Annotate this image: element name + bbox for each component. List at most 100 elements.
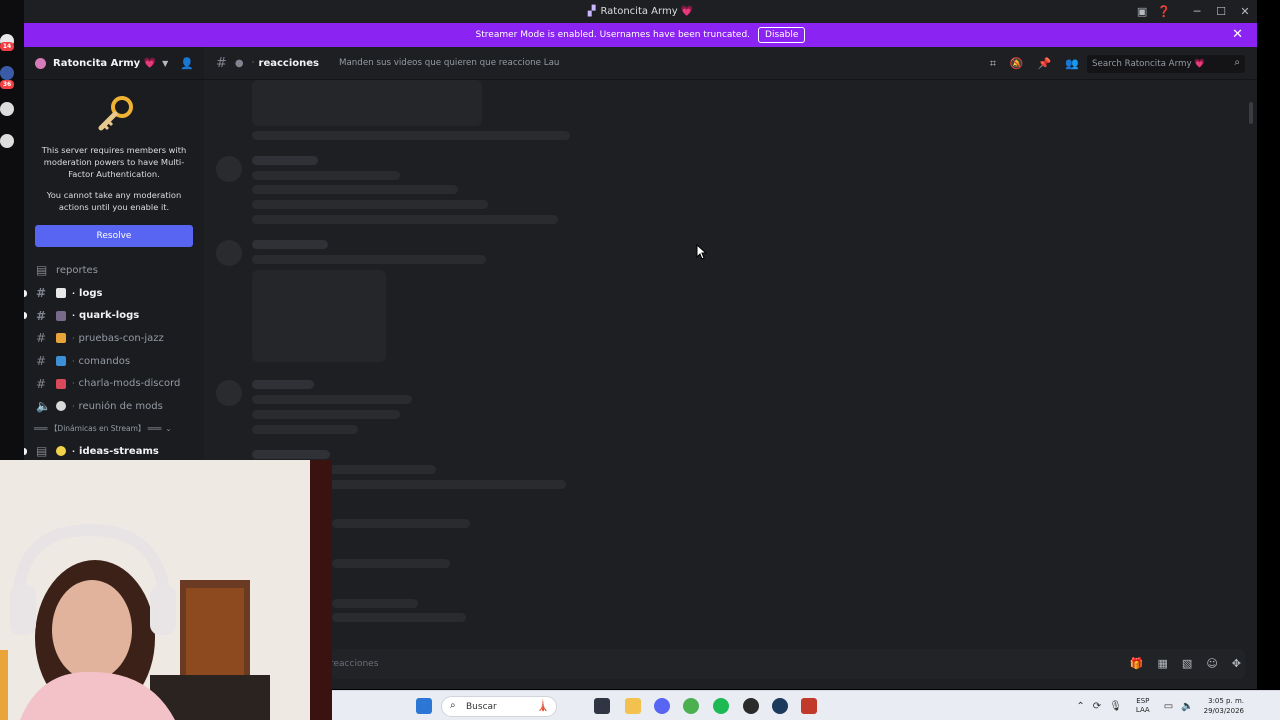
taskbar-clock[interactable]: 3:05 p. m. 29/03/2026 [1204,696,1244,716]
channel-emoji-icon [56,310,66,321]
channel-item-quark-logs[interactable]: # · quark-logs [24,304,204,327]
windows-taskbar: ⌕ Buscar 🗼 ⌃ ⟳ 🎙 ESP LAA ▭ 🔈 3:05 p. m. … [332,690,1280,720]
window-title: Ratoncita Army 💗 [600,6,694,17]
gif-icon[interactable]: ▦ [1158,657,1168,670]
channel-thread-icon: ▞ [587,6,596,17]
sticker-icon[interactable]: ▧ [1182,657,1192,670]
windows-start-icon[interactable] [416,698,432,714]
channel-item-pruebas-con-jazz[interactable]: # · pruebas-con-jazz [24,327,204,350]
loading-placeholder [252,255,486,264]
streamer-mode-banner: Streamer Mode is enabled. Usernames have… [24,23,1257,47]
close-banner-icon[interactable]: ✕ [1232,27,1243,42]
channel-header: # ● · reacciones Manden sus videos que q… [204,47,1257,80]
keyboard-layout: LAA [1135,706,1150,714]
language-indicator[interactable]: ESP LAA [1136,697,1150,715]
mfa-requirement-text: This server requires members with modera… [41,145,187,179]
explore-icon[interactable] [0,134,14,148]
streamer-mode-message: Streamer Mode is enabled. Usernames have… [475,30,751,40]
chevron-up-icon[interactable]: ⌃ [1076,701,1084,712]
message-placeholder: reacciones [330,659,379,669]
help-icon[interactable]: ❓ [1157,5,1171,18]
task-view-icon[interactable] [594,698,610,714]
loading-placeholder [252,380,314,389]
member-list-icon[interactable]: 👥 [1065,57,1079,70]
notification-bell-icon[interactable]: 🔕 [1010,57,1024,70]
minimize-icon[interactable]: ─ [1185,5,1209,18]
clock-time: 3:05 p. m. [1208,697,1244,705]
loading-placeholder [252,410,400,419]
gift-icon[interactable]: 🎁 [1130,657,1144,670]
channel-item-ideas-streams[interactable]: ▤ · ideas-streams [24,440,204,460]
obs-icon[interactable] [743,698,759,714]
hash-icon: # [36,331,47,346]
search-highlight-icon: 🗼 [536,699,550,712]
mouse-cursor-icon [696,244,708,260]
mention-badge: 36 [0,80,14,89]
loading-placeholder [332,613,466,622]
avatar-placeholder [216,156,242,182]
maximize-icon[interactable]: ☐ [1209,5,1233,18]
channel-item-reportes[interactable]: ▤ reportes [24,259,204,282]
discord-icon[interactable] [654,698,670,714]
close-window-icon[interactable]: ✕ [1233,5,1257,18]
app-icon[interactable] [801,698,817,714]
channel-item-charla-mods-discord[interactable]: # · charla-mods-discord [24,372,204,395]
message-composer: reacciones 🎁 ▦ ▧ ☺ ✥ [204,645,1257,689]
channel-title: reacciones [258,57,319,69]
loading-placeholder [332,519,470,528]
mention-badge: 14 [0,42,14,51]
mfa-notice: This server requires members with modera… [24,80,204,247]
category-label: ═══ 【Dinámicas en Stream】 ═══ [34,424,162,434]
loading-placeholder [252,240,328,249]
hash-icon: # [36,286,47,301]
channel-label: reportes [56,264,98,276]
chevron-down-icon: ⌄ [165,424,172,434]
apps-icon[interactable]: ✥ [1232,657,1241,670]
resolve-button[interactable]: Resolve [35,225,193,247]
loading-placeholder [252,215,558,224]
volume-icon[interactable]: 🔈 [1181,701,1193,712]
category-dinamicas[interactable]: ═══ 【Dinámicas en Stream】 ═══ ⌄ [24,418,204,440]
disable-streamer-button[interactable]: Disable [758,27,806,43]
sync-icon[interactable]: ⟳ [1093,701,1101,712]
scrollbar-thumb[interactable] [1249,102,1253,124]
server-name: Ratoncita Army 💗 [53,57,157,69]
server-icon[interactable] [0,66,14,80]
threads-icon[interactable]: ⌗ [990,57,996,71]
loading-placeholder [332,559,450,568]
file-explorer-icon[interactable] [625,698,641,714]
chrome-icon[interactable] [683,698,699,714]
voice-channel-reunion-de-mods[interactable]: 🔈 · reunión de mods [24,395,204,418]
mfa-warning-text: You cannot take any moderation actions u… [46,190,182,212]
forum-icon: ▤ [36,444,48,459]
server-header[interactable]: Ratoncita Army 💗 ▼ 👤 [24,47,204,80]
search-input[interactable]: Search Ratoncita Army 💗 ⌕ [1087,55,1245,73]
search-icon: ⌕ [450,700,456,711]
channel-emoji-icon [56,356,66,367]
steam-icon[interactable] [772,698,788,714]
system-tray: ⌃ ⟳ 🎙 ESP LAA ▭ 🔈 3:05 p. m. 29/03/2026 [1072,691,1280,720]
spotify-icon[interactable] [713,698,729,714]
channel-item-comandos[interactable]: # · comandos [24,350,204,373]
channel-label: reunión de mods [78,400,163,412]
microphone-icon[interactable]: 🎙 [1109,701,1122,712]
avatar-placeholder [216,240,242,266]
webcam-overlay [0,460,332,720]
search-placeholder: Search Ratoncita Army 💗 [1092,59,1206,69]
channel-emoji-icon [56,288,66,299]
taskbar-search[interactable]: ⌕ Buscar 🗼 [441,696,557,717]
pin-icon[interactable]: 📌 [1038,57,1052,70]
inbox-icon[interactable]: ▣ [1137,5,1147,18]
network-icon[interactable]: ▭ [1164,701,1173,712]
loading-placeholder [332,599,418,608]
key-icon [93,94,135,136]
emoji-icon[interactable]: ☺ [1206,657,1217,670]
loading-placeholder [252,200,488,209]
message-list [204,80,1257,645]
invite-people-icon[interactable]: 👤 [180,57,194,70]
image-placeholder [252,270,386,362]
add-server-icon[interactable] [0,102,14,116]
channel-label: comandos [78,355,131,367]
channel-emoji-icon [56,378,66,389]
channel-item-logs[interactable]: # · logs [24,282,204,305]
